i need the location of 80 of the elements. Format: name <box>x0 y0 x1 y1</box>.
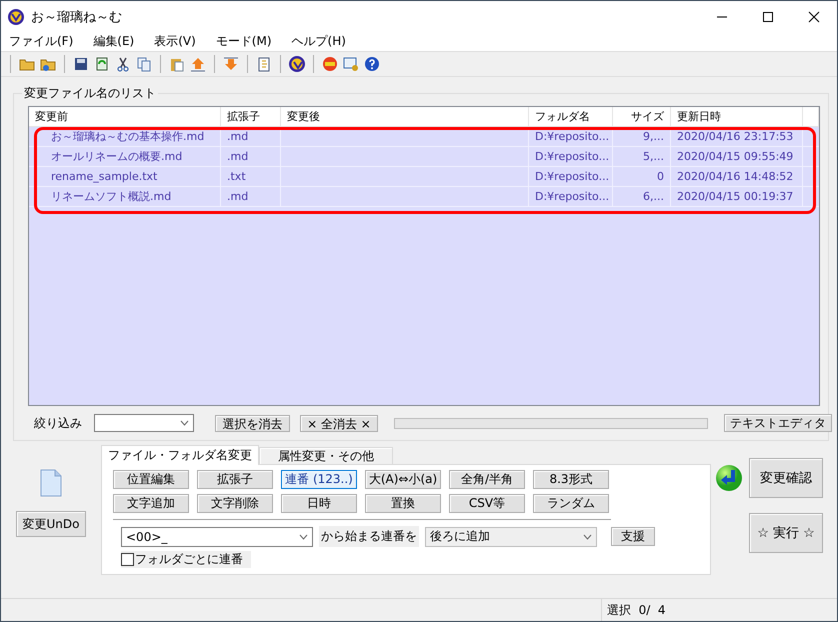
mode-button[interactable]: 大(A)⇔小(a) <box>365 470 441 489</box>
menu-item[interactable]: 表示(V) <box>148 33 202 50</box>
mode-button[interactable]: 8.3形式 <box>533 470 609 489</box>
table-cell: 2020/04/15 00:19:37 <box>671 187 803 206</box>
list-icon[interactable] <box>256 56 272 72</box>
maximize-icon[interactable] <box>762 10 774 22</box>
chevron-down-icon <box>299 534 308 540</box>
tab[interactable]: ファイル・フォルダ名変更 <box>101 445 259 465</box>
table-cell: D:¥reposito... <box>529 187 613 206</box>
menu-item[interactable]: ファイル(F) <box>3 33 80 50</box>
column-header[interactable]: サイズ <box>613 107 671 126</box>
chevron-down-icon <box>583 534 592 540</box>
mode-button[interactable]: 全角/半角 <box>449 470 525 489</box>
position-dropdown[interactable]: 後ろに追加 <box>425 526 597 546</box>
mode-button[interactable]: 連番 (123..) <box>281 470 357 489</box>
table-cell: 6,... <box>613 187 671 206</box>
column-header[interactable]: 変更後 <box>281 107 529 126</box>
table-cell: 0 <box>613 167 671 186</box>
checkbox[interactable] <box>121 553 134 566</box>
clear-selection-button[interactable]: 選択を消去 <box>215 414 290 432</box>
record-icon[interactable] <box>322 56 338 72</box>
tab[interactable]: 属性変更・その他 <box>259 447 393 464</box>
column-header[interactable]: フォルダ名 <box>529 107 613 126</box>
mode-button[interactable]: ランダム <box>533 494 609 513</box>
scissors-icon[interactable] <box>115 56 131 72</box>
app-logo-icon <box>7 8 25 26</box>
table-cell: リネームソフト概説.md <box>29 187 221 206</box>
confirm-button[interactable]: 変更確認 <box>749 458 823 498</box>
table-cell: .md <box>221 147 281 166</box>
table-cell: 2020/04/16 23:17:53 <box>671 127 803 146</box>
chevron-down-icon <box>180 420 189 426</box>
run-button[interactable]: ☆ 実行 ☆ <box>749 513 823 553</box>
selection-count: 選択 0/ 4 <box>607 602 666 618</box>
clipboard-icon[interactable] <box>169 56 185 72</box>
table-cell: 2020/04/15 09:55:49 <box>671 147 803 166</box>
help-icon[interactable] <box>364 56 380 72</box>
column-header[interactable]: 更新日時 <box>671 107 803 126</box>
mode-button[interactable]: 日時 <box>281 494 357 513</box>
table-cell: 2020/04/16 14:48:52 <box>671 167 803 186</box>
window-title: お～瑠璃ね～む <box>31 8 123 26</box>
file-list[interactable] <box>28 106 820 406</box>
filter-label: 絞り込み <box>34 414 82 432</box>
undo-button[interactable]: 変更UnDo <box>16 511 86 537</box>
close-icon[interactable] <box>808 10 820 22</box>
mode-button[interactable]: 拡張子 <box>197 470 273 489</box>
table-cell: 5,... <box>613 147 671 166</box>
table-cell: D:¥reposito... <box>529 147 613 166</box>
table-cell: .md <box>221 127 281 146</box>
filter-dropdown[interactable] <box>94 414 194 432</box>
table-cell: オールリネームの概要.md <box>29 147 221 166</box>
table-cell: D:¥reposito... <box>529 167 613 186</box>
help-button[interactable]: 支援 <box>611 527 655 546</box>
column-header[interactable]: 拡張子 <box>221 107 281 126</box>
mode-button[interactable]: 置換 <box>365 494 441 513</box>
clear-all-button[interactable]: × 全消去 × <box>300 414 378 432</box>
checkbox-label: フォルダごとに連番 <box>135 551 243 568</box>
mode-button[interactable]: CSV等 <box>449 494 525 513</box>
format-dropdown[interactable]: <00>_ <box>121 526 313 546</box>
down-arrow-icon[interactable] <box>223 56 239 72</box>
mode-button[interactable]: 文字追加 <box>113 494 189 513</box>
menu-item[interactable]: 編集(E) <box>87 33 140 50</box>
text-editor-button[interactable]: テキストエディタ <box>724 414 832 432</box>
menu-item[interactable]: モード(M) <box>210 33 278 50</box>
up-arrow-icon[interactable] <box>190 56 206 72</box>
copy-icon[interactable] <box>136 56 152 72</box>
table-cell: .txt <box>221 167 281 186</box>
mode-button[interactable]: 位置編集 <box>113 470 189 489</box>
menu-item[interactable]: ヘルプ(H) <box>286 33 352 50</box>
mode-button[interactable]: 文字削除 <box>197 494 273 513</box>
app-logo-icon[interactable] <box>289 56 305 72</box>
table-cell: 9,... <box>613 127 671 146</box>
table-cell: お～瑠璃ね～むの基本操作.md <box>29 127 221 146</box>
table-cell: .md <box>221 187 281 206</box>
numbering-label: から始まる連番を <box>319 526 419 547</box>
group-title: 変更ファイル名のリスト <box>23 85 157 102</box>
document-icon[interactable] <box>94 56 110 72</box>
table-cell: D:¥reposito... <box>529 127 613 146</box>
table-cell: rename_sample.txt <box>29 167 221 186</box>
column-header[interactable]: 変更前 <box>29 107 221 126</box>
document-icon <box>39 469 63 497</box>
